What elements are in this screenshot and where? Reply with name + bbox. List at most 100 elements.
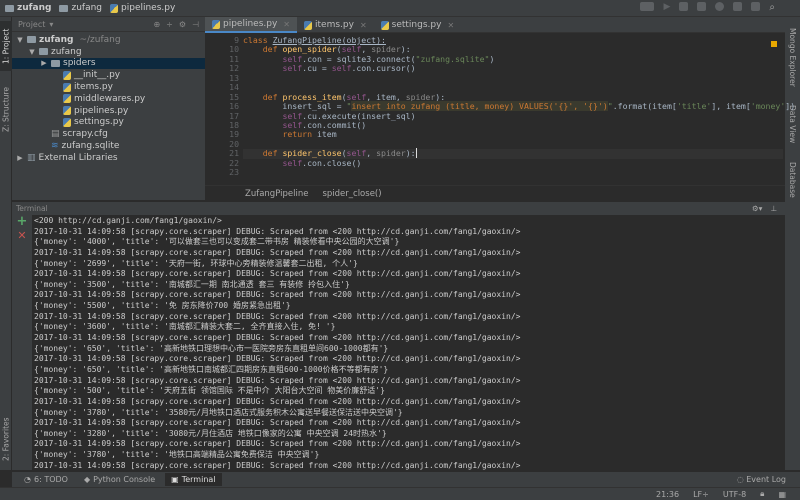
terminal-side-toolbar: + ✕ (12, 215, 32, 470)
nav-crumb-package[interactable]: zufang (59, 3, 102, 13)
crumb-label: zufang (17, 3, 52, 13)
tree-item-label: zufang (39, 34, 74, 45)
python-file-icon (63, 106, 71, 116)
breadcrumb-method[interactable]: spider_close() (322, 189, 381, 199)
tab-label: settings.py (391, 20, 442, 30)
search-icon[interactable]: ⌕ (769, 2, 775, 13)
tree-item-label: zufang (51, 46, 82, 57)
tree-item--init-py[interactable]: __init__.py (12, 69, 205, 81)
code-token: 'money' (750, 101, 786, 112)
status-bar: 21:36 LF÷ UTF-8 🔒︎ ▦ (0, 487, 800, 500)
breadcrumb-class[interactable]: ZufangPipeline (245, 189, 308, 199)
tree-item-spiders[interactable]: ▶ spiders (12, 57, 205, 70)
terminal-line: 2017-10-31 14:09:58 [scrapy.core.scraper… (34, 375, 521, 385)
tree-item-zufang-sqlite[interactable]: ≋ zufang.sqlite (12, 140, 205, 152)
code-token: spider (376, 148, 406, 159)
config-file-icon: ▤ (51, 129, 60, 140)
close-session-icon[interactable]: ✕ (12, 229, 32, 242)
line-separator[interactable]: LF÷ (693, 490, 709, 499)
tab-label: pipelines.py (223, 19, 278, 29)
scroll-from-source-icon[interactable]: ⊕ (153, 20, 160, 29)
tree-item-items-py[interactable]: items.py (12, 81, 205, 93)
python-file-icon (304, 20, 312, 30)
code-token: ], item[ (711, 101, 751, 112)
terminal-line: 2017-10-31 14:09:58 [scrapy.core.scraper… (34, 269, 521, 279)
tab-settings-py[interactable]: settings.py ✕ (374, 17, 462, 33)
close-tab-icon[interactable]: ✕ (283, 20, 290, 29)
code-token: , (366, 148, 377, 159)
python-file-icon (110, 3, 119, 13)
terminal-line: {'money': '3280', 'title': '3080元/月住酒店 地… (34, 428, 387, 438)
project-panel: Project ▾ ⊕ ÷ ⚙ ⊣ ▼ zufang ~/zufang ▼ zufang ▶ spi… (12, 17, 205, 200)
tree-item-zufang[interactable]: ▼ zufang (12, 46, 205, 58)
code-line: self.con.close() (243, 158, 795, 168)
hide-icon[interactable]: ⊣ (192, 20, 199, 29)
tree-item-scrapy-cfg[interactable]: ▤ scrapy.cfg (12, 128, 205, 140)
bottom-tab-python-console[interactable]: ◆ Python Console (78, 473, 161, 486)
profile-icon[interactable] (715, 2, 725, 11)
terminal-line: 2017-10-31 14:09:58 [scrapy.core.scraper… (34, 396, 521, 406)
terminal-output[interactable]: <200 http://cd.ganji.com/fang1/gaoxin/> 2… (32, 215, 785, 470)
file-encoding[interactable]: UTF-8 (723, 490, 746, 499)
warning-marker-icon[interactable] (771, 41, 777, 47)
python-file-icon (380, 20, 389, 30)
vcs-icon[interactable] (733, 2, 743, 11)
run-config-button[interactable] (640, 2, 655, 11)
text-cursor (415, 148, 417, 159)
cursor-position[interactable]: 21:36 (656, 490, 679, 499)
terminal-line: 2017-10-31 14:09:58 [scrapy.core.scraper… (34, 439, 521, 449)
close-tab-icon[interactable]: ✕ (447, 21, 454, 30)
gear-icon[interactable]: ⚙▾ (752, 204, 763, 213)
tree-item-label: settings.py (74, 117, 124, 128)
project-tool-tab[interactable]: 1: Project (0, 21, 12, 71)
collapsed-arrow-icon[interactable]: ▶ (16, 154, 24, 162)
collapsed-arrow-icon[interactable]: ▶ (40, 59, 48, 67)
stop-icon[interactable] (751, 2, 761, 11)
event-icon[interactable]: ▦ (778, 490, 786, 499)
terminal-line: {'money': '4000', 'title': '可以做套三也可以变成套二… (34, 237, 400, 247)
left-tool-strip: 1: Project Z: Structure 2: Favorites (0, 17, 12, 470)
close-tab-icon[interactable]: ✕ (360, 21, 367, 30)
debug-icon[interactable] (679, 2, 689, 11)
terminal-line: 2017-10-31 14:09:58 [scrapy.core.scraper… (34, 333, 521, 343)
project-panel-header: Project ▾ ⊕ ÷ ⚙ ⊣ (12, 17, 205, 32)
chevron-down-icon[interactable]: ▾ (49, 20, 53, 29)
terminal-icon: ▣ (171, 475, 179, 484)
favorites-tool-tab[interactable]: 2: Favorites (0, 412, 12, 467)
lock-icon[interactable]: 🔒︎ (760, 489, 764, 499)
new-session-icon[interactable]: + (12, 215, 32, 229)
project-view-selector[interactable]: Project (18, 20, 45, 29)
crumb-label: zufang (71, 3, 103, 13)
gear-icon[interactable]: ⚙ (179, 20, 186, 29)
python-file-icon (63, 94, 71, 104)
structure-tool-tab[interactable]: Z: Structure (0, 82, 12, 137)
tree-item-external-libraries[interactable]: ▶ ▥ External Libraries (12, 152, 205, 164)
tree-item-zufang[interactable]: ▼ zufang ~/zufang (12, 34, 205, 46)
code-token: ) (489, 53, 495, 64)
database-icon: ≋ (51, 141, 59, 152)
code-area[interactable]: class ZufangPipeline(object): def open_s… (243, 35, 795, 178)
nav-crumb-file[interactable]: pipelines.py (110, 3, 175, 13)
tab-pipelines-py[interactable]: pipelines.py ✕ (205, 17, 297, 33)
expanded-arrow-icon[interactable]: ▼ (28, 48, 36, 56)
terminal-line: 2017-10-31 14:09:58 [scrapy.core.scraper… (34, 460, 521, 470)
nav-crumb-project[interactable]: zufang (5, 3, 51, 13)
bottom-tab-terminal[interactable]: ▣ Terminal (165, 473, 222, 486)
tab-items-py[interactable]: items.py ✕ (297, 17, 374, 33)
coverage-icon[interactable] (697, 2, 707, 11)
collapse-icon[interactable]: ÷ (166, 20, 173, 29)
run-icon[interactable]: ▶ (663, 2, 670, 12)
tree-item-settings-py[interactable]: settings.py (12, 117, 205, 129)
expanded-arrow-icon[interactable]: ▼ (16, 36, 24, 44)
terminal-line: {'money': '650', 'title': '高新地铁口南城都汇四期房东… (34, 364, 389, 374)
tree-item-middlewares-py[interactable]: middlewares.py (12, 93, 205, 105)
terminal-header: Terminal ⚙▾ ⊥ (12, 202, 785, 215)
library-icon: ▥ (27, 152, 36, 163)
tree-item-pipelines-py[interactable]: pipelines.py (12, 105, 205, 117)
event-log-button[interactable]: ◌ Event Log (737, 475, 800, 484)
tree-item-label: middlewares.py (74, 93, 146, 104)
hide-panel-icon[interactable]: ⊥ (770, 204, 777, 213)
code-token: .con.cursor() (351, 63, 416, 74)
code-editor[interactable]: 9 10 11 12 13 14 15 16 17 18 19 20 21 22 23 class Zufa… (205, 33, 795, 185)
bottom-tab-6-todo[interactable]: ◔ 6: TODO (18, 473, 74, 486)
